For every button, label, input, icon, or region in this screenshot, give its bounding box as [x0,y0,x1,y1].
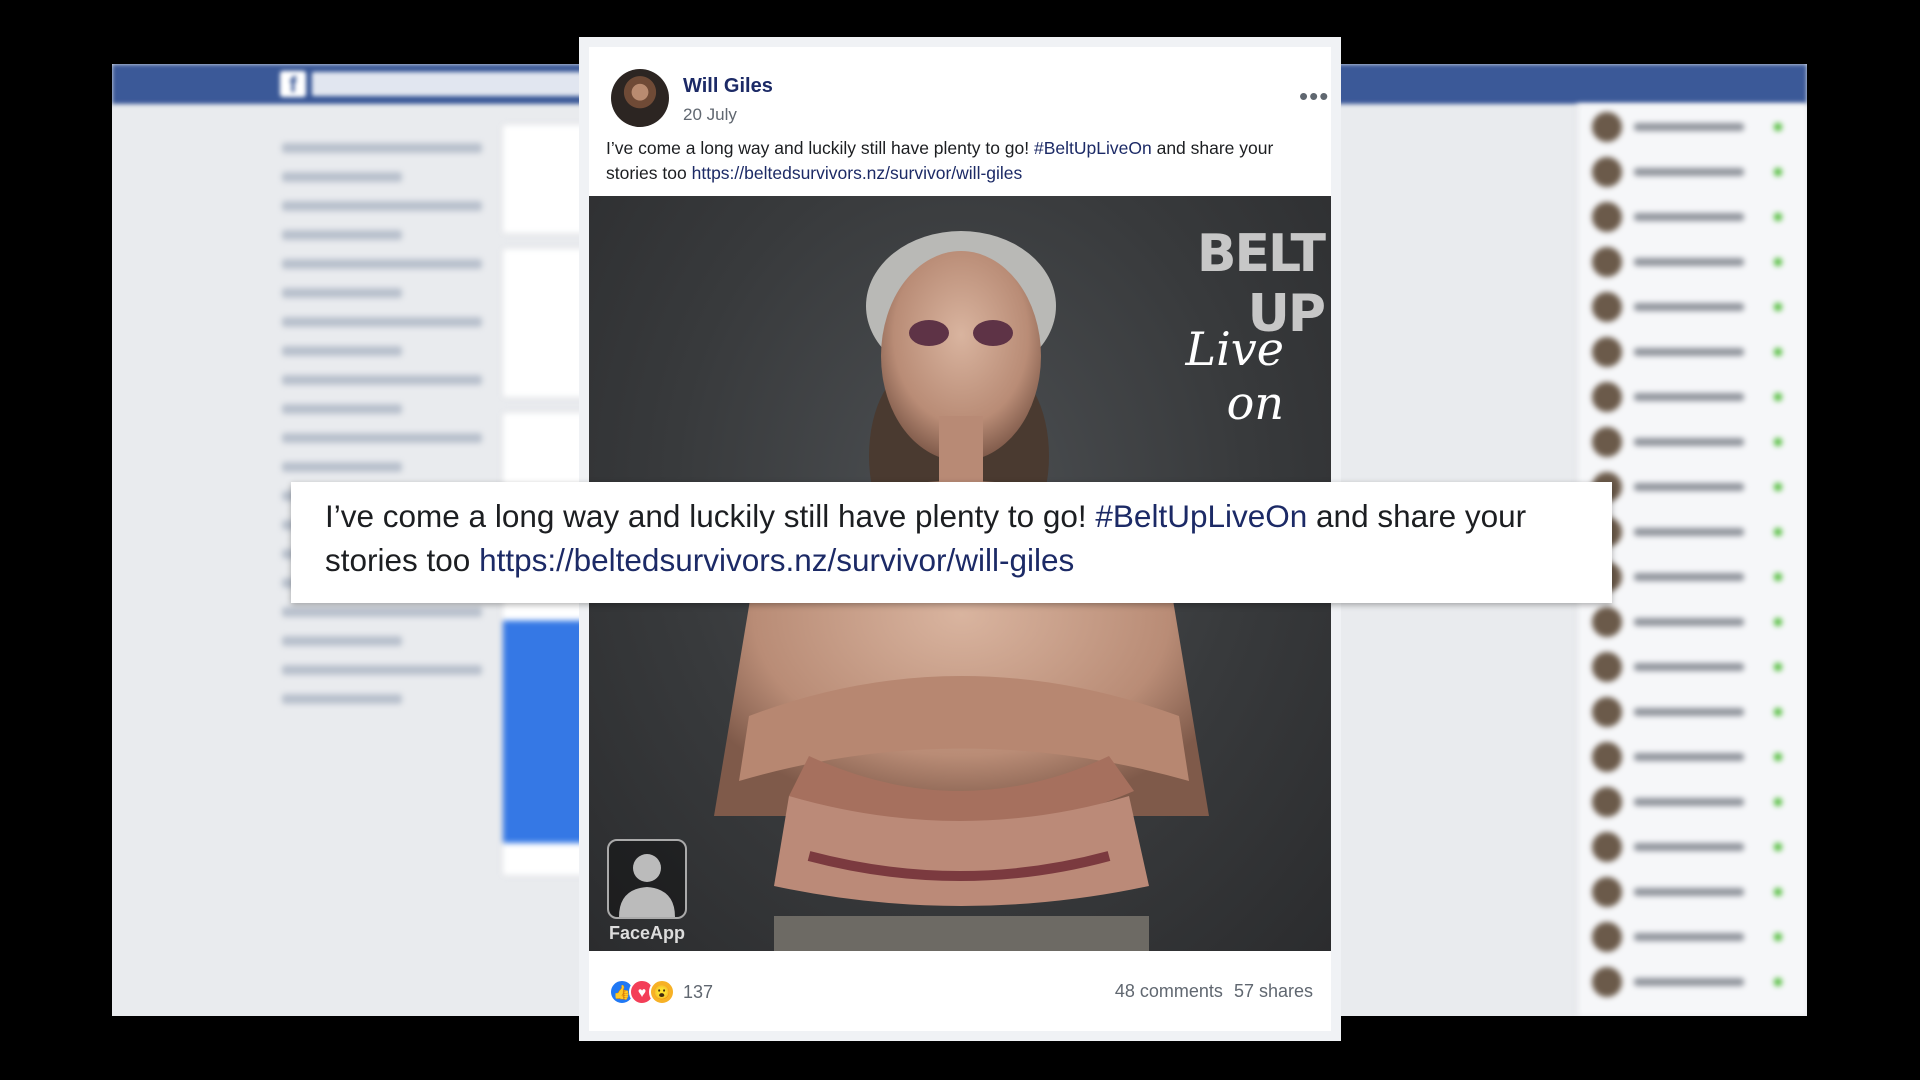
banner-hashtag[interactable]: #BeltUpLiveOn [1095,498,1307,534]
shares-count[interactable]: 57 shares [1234,981,1313,1001]
post-date[interactable]: 20 July [683,105,737,125]
facebook-logo-icon: f [280,71,306,97]
background-left-nav [282,124,482,723]
background-contact [1578,689,1807,734]
background-contact [1578,104,1807,149]
faceapp-person-icon [607,839,687,919]
post-text: I’ve come a long way and luckily still h… [606,136,1316,186]
background-contact [1578,149,1807,194]
background-contact [1578,644,1807,689]
reactions[interactable]: 👍 ♥ 😮 137 [609,979,713,1005]
author-avatar[interactable] [611,69,669,127]
more-options-icon[interactable]: ••• [1299,83,1329,109]
background-contact [1578,464,1807,509]
background-contact [1578,239,1807,284]
author-name[interactable]: Will Giles [683,75,773,98]
banner-text: I’ve come a long way and luckily still h… [325,494,1595,582]
wow-icon: 😮 [649,979,675,1005]
post-stats: 48 comments 57 shares [1109,981,1313,1002]
post-hashtag[interactable]: #BeltUpLiveOn [1034,138,1152,158]
background-contact [1578,329,1807,374]
background-contact [1578,914,1807,959]
post-text-start: I’ve come a long way and luckily still h… [606,138,1034,158]
background-contact [1578,779,1807,824]
background-contact [1578,554,1807,599]
background-contact [1578,284,1807,329]
comments-count[interactable]: 48 comments [1115,981,1223,1001]
belt-up-logo: BELT UP Live on [1124,224,1326,430]
post-footer: 👍 ♥ 😮 137 48 comments 57 shares [589,951,1331,1031]
background-contact [1578,509,1807,554]
background-contact [1578,959,1807,1004]
background-contact [1578,869,1807,914]
background-contact [1578,374,1807,419]
reaction-count[interactable]: 137 [683,982,713,1003]
banner-link[interactable]: https://beltedsurvivors.nz/survivor/will… [479,542,1074,578]
logo-line-2: Live on [1185,322,1284,430]
banner-text-start: I’ve come a long way and luckily still h… [325,498,1096,534]
background-contact [1578,824,1807,869]
faceapp-label: FaceApp [608,923,686,943]
caption-banner: I’ve come a long way and luckily still h… [291,482,1612,603]
post-link[interactable]: https://beltedsurvivors.nz/survivor/will… [692,163,1023,183]
faceapp-watermark: FaceApp [607,839,687,944]
background-contact [1578,599,1807,644]
background-contact [1578,419,1807,464]
background-contact [1578,194,1807,239]
background-contact [1578,734,1807,779]
